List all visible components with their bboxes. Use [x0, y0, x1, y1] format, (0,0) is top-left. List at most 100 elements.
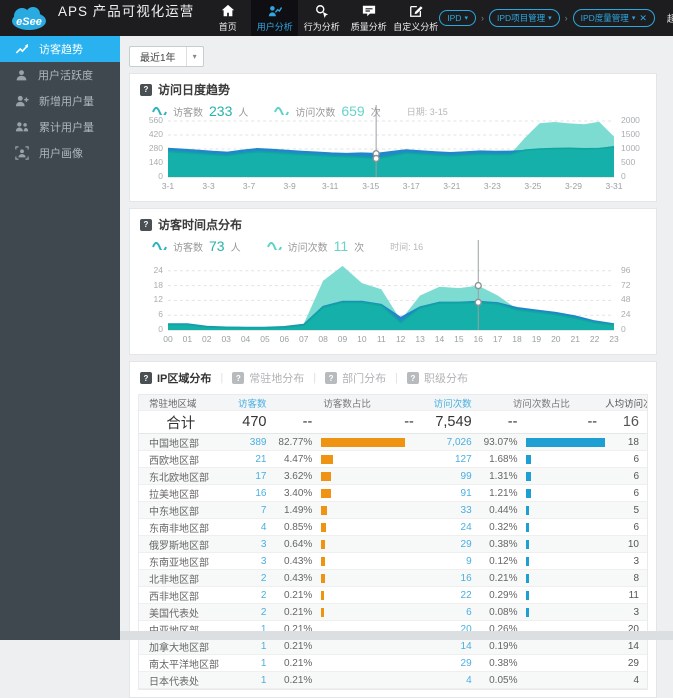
row-visitors-link[interactable]: 389	[223, 437, 273, 448]
close-icon[interactable]: ✕	[639, 13, 647, 24]
row-region: 拉美地区部	[149, 489, 199, 501]
nav-item-custom[interactable]: 自定义分析	[392, 0, 439, 36]
row-visits-bar-cell	[521, 573, 605, 583]
sidebar-item-trend[interactable]: 访客趋势	[0, 36, 120, 62]
row-visits-link[interactable]: 24	[422, 522, 478, 533]
user-chart-icon	[268, 4, 282, 18]
row-visits-link[interactable]: 4	[422, 675, 478, 686]
row-visitors-link[interactable]: 7	[223, 505, 273, 516]
total-visits-bar: --	[521, 414, 605, 430]
row-visitors-link[interactable]: 4	[223, 522, 273, 533]
help-icon[interactable]: ?	[325, 372, 338, 384]
row-visits-link[interactable]: 33	[422, 505, 478, 516]
chevron-down-icon[interactable]: ▾	[185, 47, 203, 66]
table-row: 中国地区部 389 82.77% 7,026 93.07% 18	[139, 434, 647, 451]
row-visitors-link[interactable]: 2	[223, 607, 273, 618]
table-row: 日本代表处 1 0.21% 4 0.05% 4	[139, 672, 647, 689]
row-visits-pct: 0.21%	[489, 572, 518, 584]
hover-marker-point	[474, 281, 482, 290]
row-visitors-link[interactable]: 1	[223, 641, 273, 652]
row-region: 日本代表处	[149, 676, 199, 688]
row-visitors-link[interactable]: 16	[223, 488, 273, 499]
visitors-pct-bar	[321, 505, 327, 515]
tab-0[interactable]: ? IP区域分布	[140, 370, 211, 386]
row-visits-link[interactable]: 9	[422, 556, 478, 567]
legend-item[interactable]: 访客数 233 人	[152, 103, 248, 119]
chevron-down-icon[interactable]: ▾	[464, 14, 468, 22]
y-axis-tick-right: 500	[621, 157, 636, 167]
row-visitors-pct: 0.43%	[283, 555, 313, 567]
sidebar-item-person-plus[interactable]: 新增用户量	[0, 88, 120, 114]
nav-item-user-chart[interactable]: 用户分析	[251, 0, 299, 36]
help-icon[interactable]: ?	[406, 372, 419, 384]
row-visits-link[interactable]: 7,026	[422, 437, 478, 448]
total-visitors-bar: --	[316, 414, 422, 430]
tab-3[interactable]: ? 职级分布	[406, 370, 468, 386]
row-visitors-link[interactable]: 1	[223, 675, 273, 686]
row-visits-link[interactable]: 22	[422, 590, 478, 601]
legend-item[interactable]: 访问次数659次	[274, 103, 381, 119]
row-visitors-bar-cell	[316, 505, 422, 515]
help-icon[interactable]: ?	[140, 218, 152, 231]
nav-item-home[interactable]: 首页	[204, 0, 251, 36]
row-per-capita: 5	[633, 504, 639, 516]
help-icon[interactable]: ?	[232, 372, 245, 384]
nav-item-behavior[interactable]: 行为分析	[298, 0, 345, 36]
chevron-down-icon[interactable]: ▾	[632, 14, 636, 22]
col-header-visitors: 访客数	[237, 398, 267, 410]
table-row: 东南亚地区部 3 0.43% 9 0.12% 3	[139, 553, 647, 570]
help-icon[interactable]: ?	[140, 83, 152, 96]
visitors-pct-bar	[321, 437, 406, 447]
trend-icon	[15, 42, 29, 56]
logo[interactable]: eSee	[0, 0, 54, 36]
person-icon	[15, 69, 28, 82]
table-row: 拉美地区部 16 3.40% 91 1.21% 6	[139, 485, 647, 502]
row-visitors-link[interactable]: 1	[223, 658, 273, 669]
tab-1[interactable]: ? 常驻地分布	[232, 370, 304, 386]
sidebar-item-people[interactable]: 累计用户量	[0, 114, 120, 140]
row-visits-pct: 93.07%	[483, 436, 518, 448]
x-axis-tick: 3-1	[161, 181, 175, 191]
row-visitors-link[interactable]: 3	[223, 539, 273, 550]
visitors-pct-bar	[321, 590, 325, 600]
chevron-down-icon[interactable]: ▾	[548, 14, 552, 22]
row-visits-link[interactable]: 127	[422, 454, 478, 465]
row-visits-link[interactable]: 91	[422, 488, 478, 499]
row-visitors-pct: 0.21%	[283, 657, 313, 669]
row-visitors-link[interactable]: 3	[223, 556, 273, 567]
date-range-button[interactable]: 最近1年 ▾	[129, 46, 204, 67]
legend-name: 访问次数	[287, 242, 328, 254]
x-axis-tick: 15	[454, 334, 464, 344]
breadcrumb-pill[interactable]: IPD ▾	[439, 10, 476, 26]
sidebar-item-portrait[interactable]: 用户画像	[0, 140, 120, 166]
row-visitors-link[interactable]: 21	[223, 454, 273, 465]
y-axis-tick-left: 420	[148, 129, 163, 139]
breadcrumb-pill[interactable]: IPD度量管理 ▾ ✕	[572, 9, 655, 27]
row-visitors-pct: 0.21%	[283, 589, 313, 601]
row-visits-bar-cell	[521, 607, 605, 617]
x-axis-tick: 05	[260, 334, 270, 344]
row-visits-link[interactable]: 29	[422, 539, 478, 550]
row-visits-link[interactable]: 14	[422, 641, 478, 652]
legend-item[interactable]: 访问次数 11 次	[266, 238, 364, 254]
person-plus-icon	[15, 94, 29, 108]
breadcrumb-pill[interactable]: IPD项目管理 ▾	[488, 9, 560, 27]
tab-2[interactable]: ? 部门分布	[325, 370, 386, 386]
x-axis-tick: 07	[299, 334, 309, 344]
row-visits-link[interactable]: 16	[422, 573, 478, 584]
row-per-capita: 6	[633, 453, 639, 465]
row-visits-pct: 1.21%	[489, 487, 518, 499]
legend-item[interactable]: 访客数 73 人	[152, 238, 241, 254]
row-visitors-link[interactable]: 2	[223, 573, 273, 584]
sidebar-item-person[interactable]: 用户活跃度	[0, 62, 120, 88]
row-visits-link[interactable]: 99	[422, 471, 478, 482]
row-visitors-link[interactable]: 17	[223, 471, 273, 482]
nav-item-quality[interactable]: 质量分析	[345, 0, 392, 36]
nav-item-label: 行为分析	[303, 21, 340, 32]
sidebar-item-label: 新增用户量	[39, 96, 94, 108]
help-icon[interactable]: ?	[140, 372, 152, 384]
row-visits-link[interactable]: 6	[422, 607, 478, 618]
breadcrumb-label: IPD	[447, 13, 462, 23]
row-visitors-link[interactable]: 2	[223, 590, 273, 601]
row-visits-link[interactable]: 29	[422, 658, 478, 669]
